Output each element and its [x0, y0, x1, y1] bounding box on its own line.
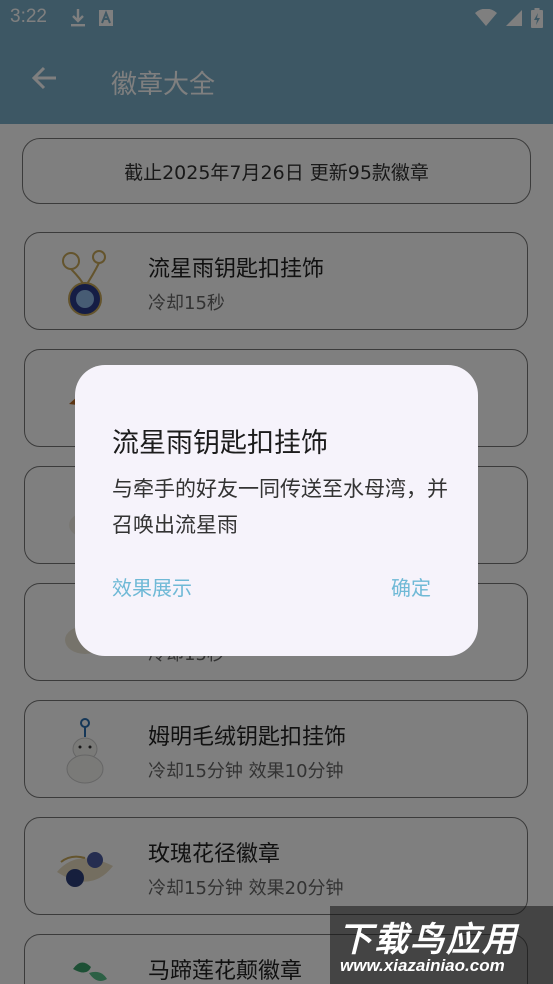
watermark-logo-text: 下载鸟应用: [338, 920, 518, 960]
dialog-body: 与牵手的好友一同传送至水母湾，并召唤出流星雨: [112, 477, 448, 537]
watermark: 下载鸟应用 www.xiazainiao.com: [330, 906, 553, 984]
badge-detail-dialog: 流星雨钥匙扣挂饰 与牵手的好友一同传送至水母湾，并召唤出流星雨 效果展示 确定: [75, 365, 478, 656]
confirm-button[interactable]: 确定: [391, 572, 431, 601]
show-effect-button[interactable]: 效果展示: [112, 572, 192, 601]
watermark-url: www.xiazainiao.com: [340, 956, 505, 975]
dialog-title: 流星雨钥匙扣挂饰: [112, 428, 328, 459]
